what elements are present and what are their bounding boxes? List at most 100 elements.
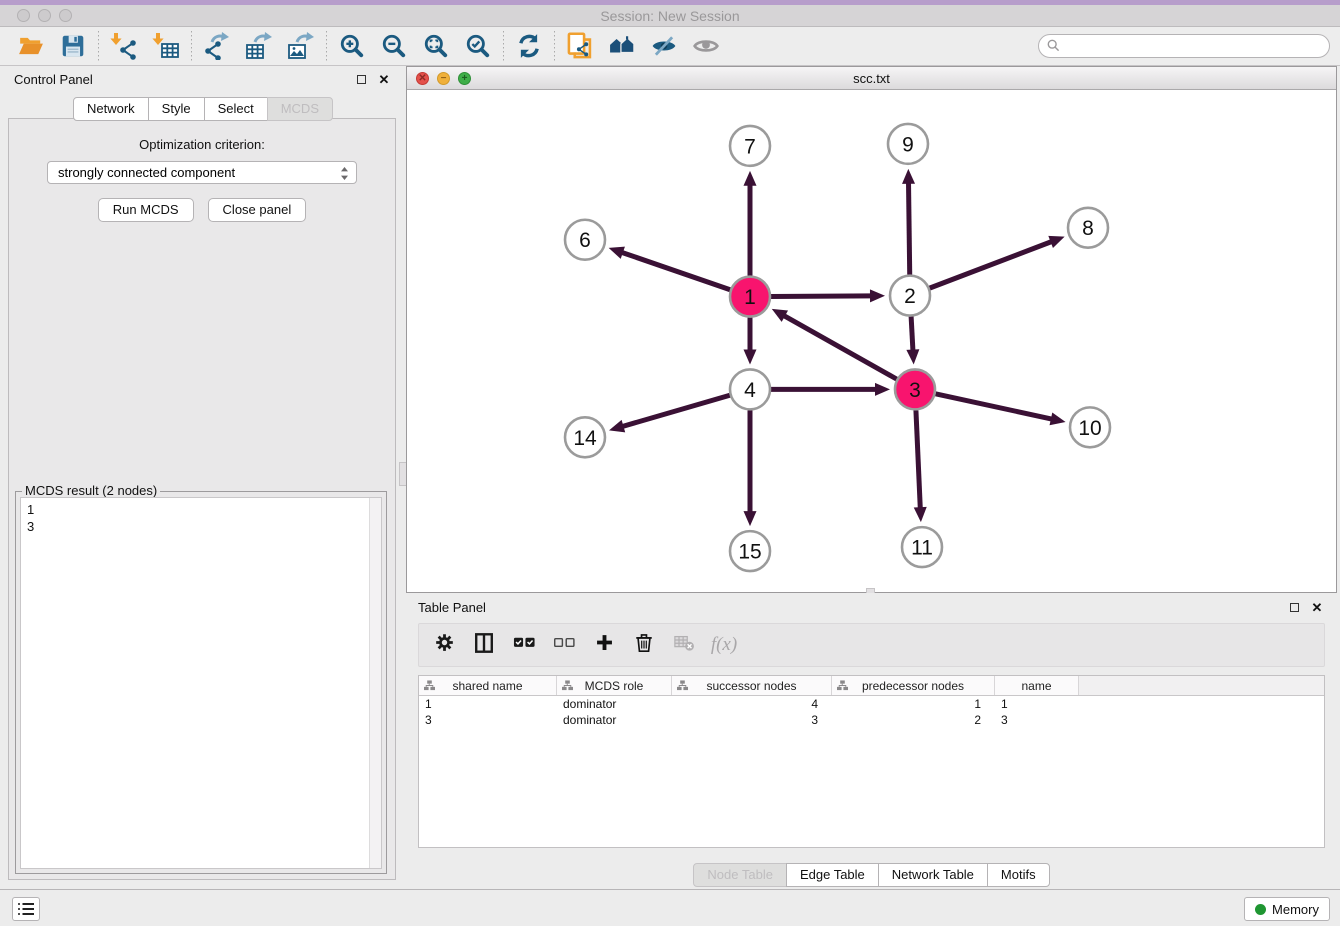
edge-1-2[interactable]	[771, 296, 872, 297]
table-cell[interactable]: 1	[832, 697, 995, 711]
edge-1-6[interactable]	[621, 252, 730, 290]
edge-2-8[interactable]	[930, 241, 1053, 288]
column-header-label: name	[1021, 679, 1051, 693]
column-header-mcds-role[interactable]: MCDS role	[557, 676, 672, 695]
column-header-shared-name[interactable]: shared name	[419, 676, 557, 695]
table-cell[interactable]: 3	[672, 713, 832, 727]
table-cell[interactable]: dominator	[557, 713, 672, 727]
tab-motifs[interactable]: Motifs	[987, 863, 1050, 887]
mcds-result-list: 13	[21, 498, 381, 538]
toolbar-separator	[98, 31, 99, 61]
table-header-row: shared nameMCDS rolesuccessor nodes prede…	[419, 676, 1324, 696]
table-body: 1dominator4113dominator323	[419, 696, 1324, 728]
add-row-button[interactable]	[587, 627, 621, 663]
export-network-button[interactable]	[196, 29, 238, 63]
table-row[interactable]: 3dominator323	[419, 712, 1324, 728]
tab-mcds[interactable]: MCDS	[267, 97, 333, 121]
open-session-button[interactable]	[10, 29, 52, 63]
search-input[interactable]	[1038, 34, 1330, 58]
settings-button[interactable]	[427, 627, 461, 663]
close-table-panel-button[interactable]: ✕	[1309, 599, 1325, 615]
deselect-all-button[interactable]	[547, 627, 581, 663]
task-history-button[interactable]	[12, 897, 40, 921]
table-panel: Table Panel ✕ f(x) shared nameMCDS roles…	[406, 593, 1337, 889]
tab-node-table[interactable]: Node Table	[693, 863, 787, 887]
zoom-fit-button[interactable]	[415, 29, 457, 63]
zoom-out-button[interactable]	[373, 29, 415, 63]
tab-style[interactable]: Style	[148, 97, 205, 121]
close-mcds-panel-button[interactable]: Close panel	[208, 198, 307, 222]
tab-edge-table[interactable]: Edge Table	[786, 863, 879, 887]
network-view-window: ✕ − + scc.txt 7968124314101511	[406, 66, 1337, 593]
save-session-button[interactable]	[52, 29, 94, 63]
edge-3-11[interactable]	[916, 410, 920, 509]
first-neighbors-button[interactable]	[601, 29, 643, 63]
network-canvas[interactable]: 7968124314101511	[407, 90, 1336, 592]
zoom-selected-icon	[465, 33, 491, 59]
column-header-label: predecessor nodes	[862, 679, 964, 693]
edge-2-3[interactable]	[911, 317, 913, 352]
delete-row-button[interactable]	[627, 627, 661, 663]
close-panel-button[interactable]: ✕	[376, 71, 392, 87]
table-cell[interactable]: 1	[419, 697, 557, 711]
refresh-button[interactable]	[508, 29, 550, 63]
zoom-selected-button[interactable]	[457, 29, 499, 63]
table-cell[interactable]: dominator	[557, 697, 672, 711]
edge-arrowhead	[744, 511, 757, 526]
toolbar-separator	[191, 31, 192, 61]
table-cell[interactable]: 3	[995, 713, 1079, 727]
memory-button[interactable]: Memory	[1244, 897, 1330, 921]
run-mcds-button[interactable]: Run MCDS	[98, 198, 194, 222]
columns-icon	[473, 632, 495, 659]
status-bar: Memory	[0, 889, 1340, 926]
node-label-6: 6	[579, 229, 591, 252]
select-all-button[interactable]	[507, 627, 541, 663]
result-scrollbar[interactable]	[369, 498, 381, 868]
show-all-icon	[691, 33, 721, 59]
tab-select[interactable]: Select	[204, 97, 268, 121]
float-table-panel-button[interactable]	[1286, 599, 1302, 615]
new-network-from-selection-button[interactable]	[559, 29, 601, 63]
network-window-titlebar[interactable]: ✕ − + scc.txt	[407, 67, 1336, 90]
search-icon	[1047, 39, 1060, 57]
node-label-4: 4	[744, 379, 756, 402]
control-panel: Control Panel ✕ NetworkStyleSelectMCDS O…	[4, 66, 402, 888]
mcds-result-title: MCDS result (2 nodes)	[22, 483, 160, 498]
table-row[interactable]: 1dominator411	[419, 696, 1324, 712]
optimization-criterion-label: Optimization criterion:	[9, 137, 395, 152]
column-header-predecessor-nodes[interactable]: predecessor nodes	[832, 676, 995, 695]
column-header-successor-nodes[interactable]: successor nodes	[672, 676, 832, 695]
hide-selected-button[interactable]	[643, 29, 685, 63]
app-titlebar: Session: New Session	[0, 0, 1340, 27]
float-panel-button[interactable]	[353, 71, 369, 87]
show-all-button[interactable]	[685, 29, 727, 63]
table-cell[interactable]: 1	[995, 697, 1079, 711]
export-table-button[interactable]	[238, 29, 280, 63]
node-label-15: 15	[738, 541, 761, 564]
import-table-button[interactable]	[145, 29, 187, 63]
table-cell[interactable]: 3	[419, 713, 557, 727]
edge-arrowhead	[609, 247, 625, 259]
toolbar-separator	[554, 31, 555, 61]
memory-status-icon	[1255, 904, 1266, 915]
node-label-14: 14	[573, 427, 597, 450]
tab-network-table[interactable]: Network Table	[878, 863, 988, 887]
table-cell[interactable]: 4	[672, 697, 832, 711]
columns-button[interactable]	[467, 627, 501, 663]
result-line: 1	[27, 501, 375, 518]
edge-3-1[interactable]	[783, 315, 897, 379]
table-panel-header: Table Panel ✕	[406, 593, 1337, 621]
chevron-up-down-icon	[340, 166, 349, 184]
export-image-button[interactable]	[280, 29, 322, 63]
column-header-name[interactable]: name	[995, 676, 1079, 695]
toolbar-separator	[326, 31, 327, 61]
table-cell[interactable]: 2	[832, 713, 995, 727]
zoom-in-button[interactable]	[331, 29, 373, 63]
control-panel-header: Control Panel ✕	[4, 66, 402, 92]
criterion-select[interactable]: strongly connected component	[47, 161, 357, 184]
edge-4-14[interactable]	[621, 395, 729, 426]
edge-2-9[interactable]	[909, 182, 910, 275]
edge-3-10[interactable]	[936, 394, 1053, 419]
import-network-button[interactable]	[103, 29, 145, 63]
tab-network[interactable]: Network	[73, 97, 149, 121]
